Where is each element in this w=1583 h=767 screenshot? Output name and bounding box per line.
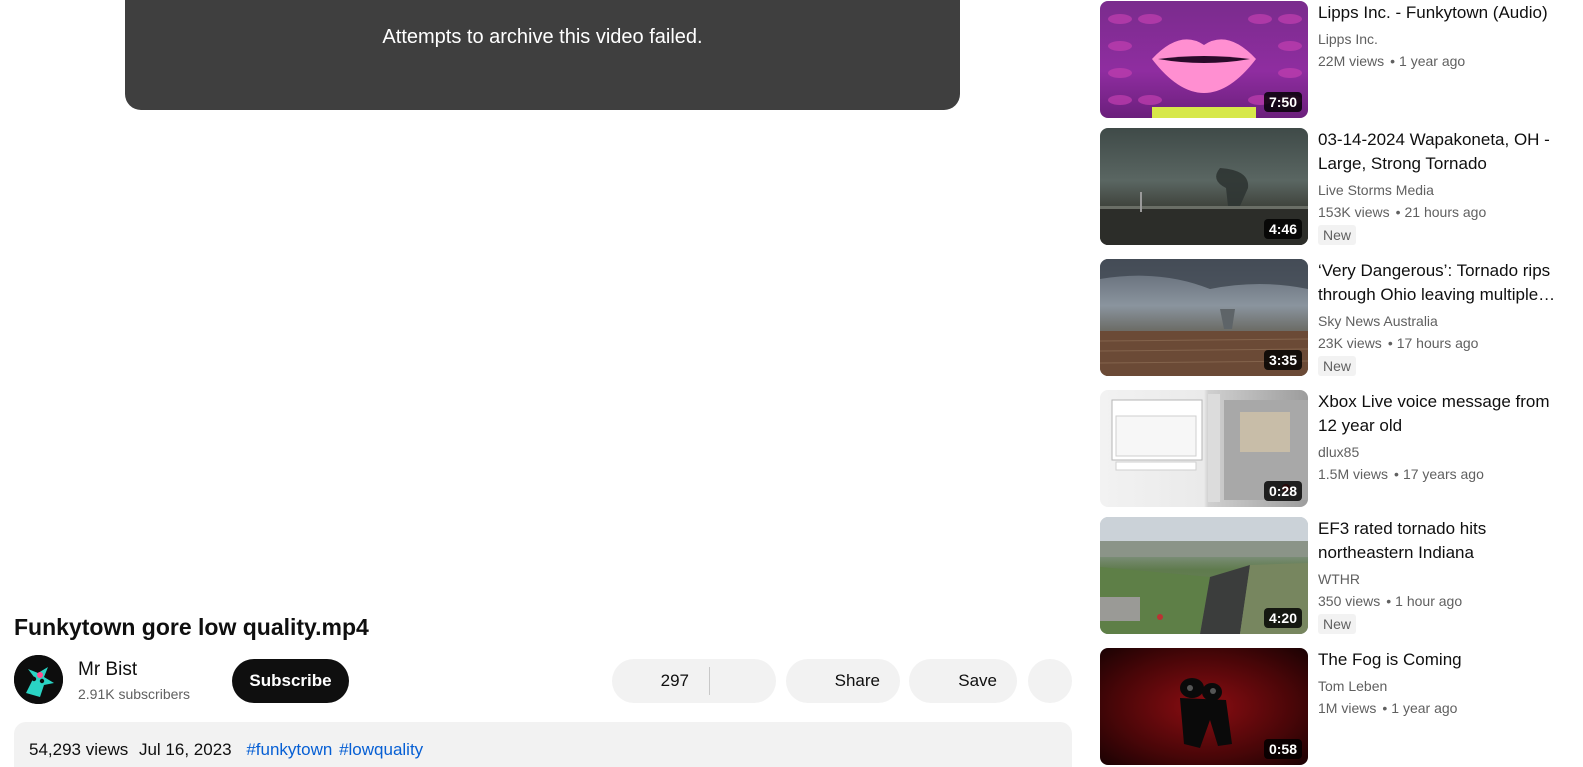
description-meta: 54,293 views Jul 16, 2023 #funkytown #lo… [29,740,1072,760]
recommendation-age: 21 hours ago [1404,204,1487,220]
recommendation-thumbnail[interactable]: 4:46 [1100,128,1308,245]
recommendation-item[interactable]: 3:35 ‘Very Dangerous’: Tornado rips thro… [1100,259,1570,377]
save-button[interactable]: Save [909,659,1017,703]
new-badge: New [1318,225,1357,245]
recommendation-views: 23K views [1318,335,1382,351]
recommendation-channel[interactable]: WTHR [1318,571,1566,587]
recommendation-channel[interactable]: Tom Leben [1318,678,1566,694]
video-duration: 0:58 [1263,739,1302,759]
recommendation-title[interactable]: ‘Very Dangerous’: Tornado rips through O… [1318,259,1566,307]
hashtag-link[interactable]: #lowquality [339,740,423,759]
video-title: Funkytown gore low quality.mp4 [14,614,369,640]
recommendation-channel[interactable]: Live Storms Media [1318,182,1566,198]
like-count: 297 [660,671,689,690]
video-player[interactable]: Attempts to archive this video failed. [125,0,960,110]
like-dislike-group: 297 [612,659,776,703]
new-badge: New [1318,614,1357,634]
video-duration: 4:20 [1263,608,1302,628]
separator-dot: • [1395,204,1401,220]
recommendation-age: 17 years ago [1402,466,1484,482]
recommendation-stats: 23K views • 17 hours ago [1318,335,1566,351]
recommendation-stats: 1M views • 1 year ago [1318,700,1566,716]
video-duration: 0:28 [1263,481,1302,501]
like-button[interactable]: 297 [612,659,709,703]
recommendation-title[interactable]: EF3 rated tornado hits northeastern Indi… [1318,517,1566,565]
subscriber-count: 2.91K subscribers [78,686,191,702]
separator-dot: • [1394,466,1399,482]
recommendation-channel[interactable]: dlux85 [1318,444,1566,460]
owner-row: Mr Bist 2.91K subscribers Subscribe 297 … [14,655,1072,707]
subscribe-button[interactable]: Subscribe [232,659,349,703]
recommendation-views: 350 views [1318,593,1381,609]
recommendation-item[interactable]: 7:50 Lipps Inc. - Funkytown (Audio) Lipp… [1100,1,1570,119]
recommendation-stats: 153K views • 21 hours ago [1318,204,1566,220]
recommendation-item[interactable]: 4:46 03-14-2024 Wapakoneta, OH - Large, … [1100,128,1570,246]
recommendation-views: 1.5M views [1318,466,1389,482]
description-box[interactable]: 54,293 views Jul 16, 2023 #funkytown #lo… [14,722,1072,767]
separator-dot: • [1387,335,1393,351]
recommendation-views: 22M views [1318,53,1385,69]
video-duration: 4:46 [1263,219,1302,239]
recommendation-views: 153K views [1318,204,1390,220]
video-duration: 3:35 [1263,350,1302,370]
recommendation-stats: 350 views • 1 hour ago [1318,593,1566,609]
share-button[interactable]: Share [786,659,900,703]
share-label: Share [834,671,880,690]
recommendation-age: 1 year ago [1391,700,1458,716]
recommendation-meta: Xbox Live voice message from 12 year old… [1318,390,1566,482]
view-count: 54,293 views [29,740,129,759]
recommendation-thumbnail[interactable]: 3:35 [1100,259,1308,376]
separator-dot: • [1382,700,1388,716]
recommendation-meta: ‘Very Dangerous’: Tornado rips through O… [1318,259,1566,376]
channel-avatar[interactable] [14,655,63,704]
separator-dot: • [1390,53,1396,69]
recommendation-meta: The Fog is Coming Tom Leben 1M views • 1 y… [1318,648,1566,716]
recommendation-meta: EF3 rated tornado hits northeastern Indi… [1318,517,1566,634]
recommendation-title[interactable]: Lipps Inc. - Funkytown (Audio) [1318,1,1566,25]
dislike-button[interactable] [710,659,776,703]
recommendation-thumbnail[interactable]: 0:58 [1100,648,1308,765]
recommendation-thumbnail[interactable]: 0:28 [1100,390,1308,507]
video-duration: 7:50 [1263,92,1302,112]
recommendation-age: 17 hours ago [1396,335,1479,351]
recommendation-title[interactable]: 03-14-2024 Wapakoneta, OH - Large, Stron… [1318,128,1566,176]
recommendation-views: 1M views [1318,700,1377,716]
avatar-creature-icon [14,655,63,704]
save-label: Save [958,671,997,690]
more-actions-button[interactable] [1028,659,1072,703]
upload-date: Jul 16, 2023 [138,740,232,759]
recommendation-thumbnail[interactable]: 7:50 [1100,1,1308,118]
player-error-message: Attempts to archive this video failed. [382,26,703,48]
recommendation-channel[interactable]: Sky News Australia [1318,313,1566,329]
recommendation-channel[interactable]: Lipps Inc. [1318,31,1566,47]
recommendation-age: 1 year ago [1399,53,1466,69]
channel-name[interactable]: Mr Bist [78,659,137,681]
new-badge: New [1318,356,1357,376]
recommendation-meta: Lipps Inc. - Funkytown (Audio) Lipps Inc… [1318,1,1566,69]
separator-dot: • [1386,593,1392,609]
recommendation-stats: 22M views • 1 year ago [1318,53,1566,69]
recommendation-meta: 03-14-2024 Wapakoneta, OH - Large, Stron… [1318,128,1566,245]
recommendation-title[interactable]: Xbox Live voice message from 12 year old [1318,390,1566,438]
recommendation-thumbnail[interactable]: 4:20 [1100,517,1308,634]
recommendation-age: 1 hour ago [1395,593,1463,609]
recommendation-item[interactable]: 0:58 The Fog is Coming Tom Leben 1M view… [1100,648,1570,766]
recommendation-stats: 1.5M views • 17 years ago [1318,466,1566,482]
hashtag-link[interactable]: #funkytown [246,740,332,759]
recommendation-title[interactable]: The Fog is Coming [1318,648,1566,672]
recommendation-item[interactable]: 0:28 Xbox Live voice message from 12 yea… [1100,390,1570,508]
recommendation-item[interactable]: 4:20 EF3 rated tornado hits northeastern… [1100,517,1570,635]
